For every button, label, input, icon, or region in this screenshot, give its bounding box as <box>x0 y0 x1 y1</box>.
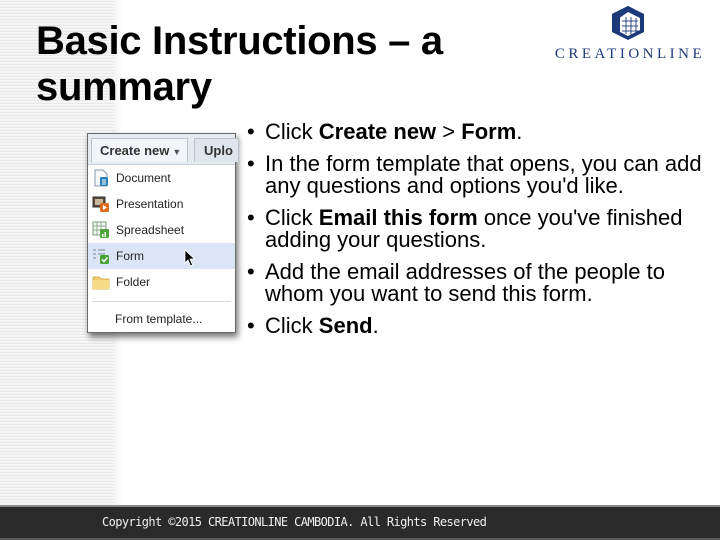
creationline-logo: CREATIONLINE <box>545 4 715 64</box>
menu-item-from-template[interactable]: From template... <box>88 306 235 332</box>
mouse-pointer-icon <box>184 249 196 267</box>
menu-item-form[interactable]: Form <box>88 243 235 269</box>
form-icon <box>92 247 110 265</box>
instruction-text: Add the email addresses of the people to… <box>265 259 665 306</box>
instruction-emphasis: Send <box>318 313 373 338</box>
footer-bar: Copyright ©2015 CREATIONLINE CAMBODIA. A… <box>0 505 720 540</box>
instruction-text: . <box>516 119 523 144</box>
spreadsheet-icon <box>92 221 110 239</box>
menu-item-document[interactable]: Document <box>88 165 235 191</box>
slide-title-line-2: summary <box>36 65 212 109</box>
instruction-item: In the form template that opens, you can… <box>246 153 706 197</box>
instruction-list: Click Create new > Form. In the form temp… <box>246 121 706 347</box>
logo-wordmark: CREATIONLINE <box>554 46 706 62</box>
instruction-text: . <box>372 313 379 338</box>
tab-bar: Create new ▼ Uplo <box>88 134 239 165</box>
slide-title: Basic Instructions – a summary <box>36 18 443 110</box>
menu-item-label: Spreadsheet <box>116 223 185 237</box>
instruction-text: In the form template that opens, you can… <box>265 151 702 198</box>
menu-divider <box>92 301 231 302</box>
folder-icon <box>92 273 110 291</box>
instruction-item: Add the email addresses of the people to… <box>246 261 706 305</box>
caret-down-icon: ▼ <box>172 147 182 157</box>
upload-label: Uplo <box>204 143 233 158</box>
create-new-label: Create new <box>100 143 170 158</box>
cube-logo-icon <box>612 6 644 40</box>
slide-title-line-1: Basic Instructions – a <box>36 19 443 63</box>
create-new-dropdown-menu: Document Presentation Spreadsheet Form F… <box>88 165 235 332</box>
instruction-item: Click Email this form once you've finish… <box>246 207 706 251</box>
menu-item-spreadsheet[interactable]: Spreadsheet <box>88 217 235 243</box>
instruction-item: Click Send. <box>246 313 706 338</box>
document-icon <box>92 169 110 187</box>
upload-button[interactable]: Uplo <box>194 138 239 162</box>
menu-item-label: Form <box>116 249 144 263</box>
menu-item-label: Document <box>116 171 171 185</box>
copyright-text: Copyright ©2015 CREATIONLINE CAMBODIA. A… <box>102 515 487 529</box>
menu-item-label: Folder <box>116 275 151 289</box>
instruction-text: Click <box>265 119 319 144</box>
instruction-item: Click Create new > Form. <box>246 119 706 144</box>
presentation-icon <box>92 195 110 213</box>
instruction-emphasis: Create new <box>318 119 437 144</box>
instruction-text: Click <box>265 313 319 338</box>
instruction-text: > <box>436 119 462 144</box>
menu-item-label: Presentation <box>116 197 184 211</box>
create-new-button[interactable]: Create new ▼ <box>91 138 188 162</box>
menu-item-label: From template... <box>115 312 203 326</box>
menu-item-folder[interactable]: Folder <box>88 269 235 295</box>
create-new-menu-screenshot: Create new▼ Uplo Document Presentation <box>80 128 240 340</box>
screenshot-frame: Create new▼ Uplo Document Presentation <box>87 133 239 333</box>
menu-item-presentation[interactable]: Presentation <box>88 191 235 217</box>
instruction-emphasis: Form <box>461 119 517 144</box>
